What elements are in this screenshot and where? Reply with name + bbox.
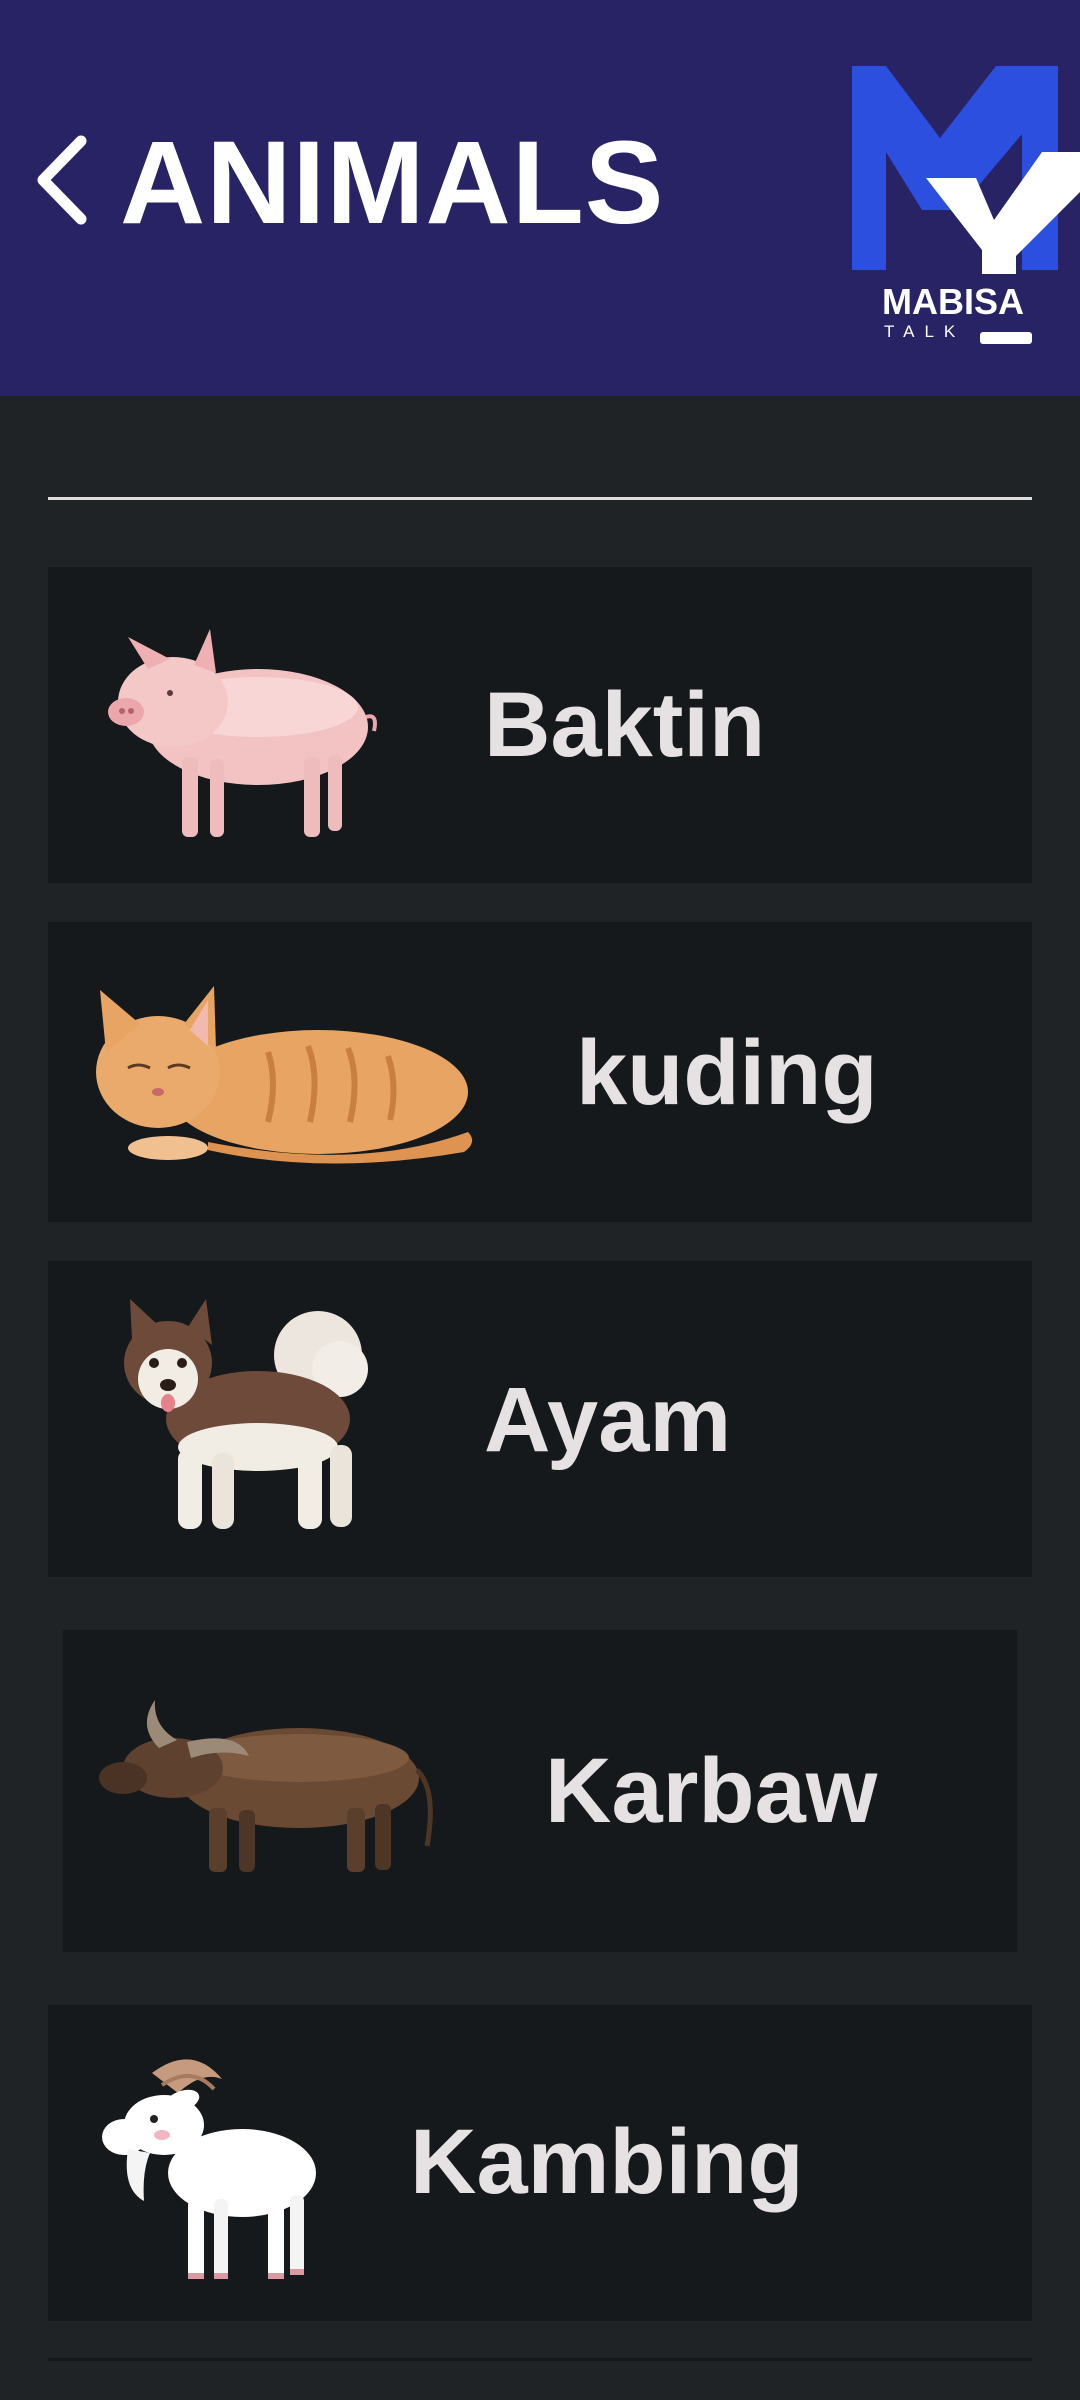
animal-card-cat[interactable]: kuding bbox=[48, 922, 1032, 1222]
pig-icon bbox=[108, 629, 377, 837]
logo-underline bbox=[980, 332, 1032, 344]
app-header: ANIMALS MABISA TALK bbox=[0, 0, 1080, 396]
chevron-left-icon bbox=[37, 135, 87, 225]
logo-text: MABISA bbox=[882, 281, 1024, 322]
animal-card-goat[interactable]: Kambing bbox=[48, 2005, 1032, 2321]
animal-label: kuding bbox=[576, 1022, 878, 1124]
logo-subtext: TALK bbox=[884, 322, 966, 341]
cat-icon bbox=[96, 986, 473, 1164]
dog-icon bbox=[124, 1299, 368, 1529]
goat-icon bbox=[102, 2059, 316, 2279]
animal-label: Ayam bbox=[484, 1369, 732, 1471]
mabisa-talk-logo: MABISA TALK bbox=[846, 60, 1080, 360]
animal-label: Karbaw bbox=[545, 1740, 878, 1842]
page-title: ANIMALS bbox=[120, 117, 665, 249]
animal-card-dog[interactable]: Ayam bbox=[48, 1261, 1032, 1577]
animal-card-buffalo[interactable]: Karbaw bbox=[63, 1630, 1017, 1952]
logo-mark-icon bbox=[852, 66, 1080, 274]
animal-card-pig[interactable]: Baktin bbox=[48, 567, 1032, 883]
divider bbox=[48, 497, 1032, 500]
animal-label: Kambing bbox=[410, 2111, 804, 2213]
water-buffalo-icon bbox=[99, 1700, 433, 1872]
divider bbox=[48, 2358, 1032, 2361]
animal-label: Baktin bbox=[484, 674, 766, 776]
back-button[interactable] bbox=[26, 130, 96, 230]
